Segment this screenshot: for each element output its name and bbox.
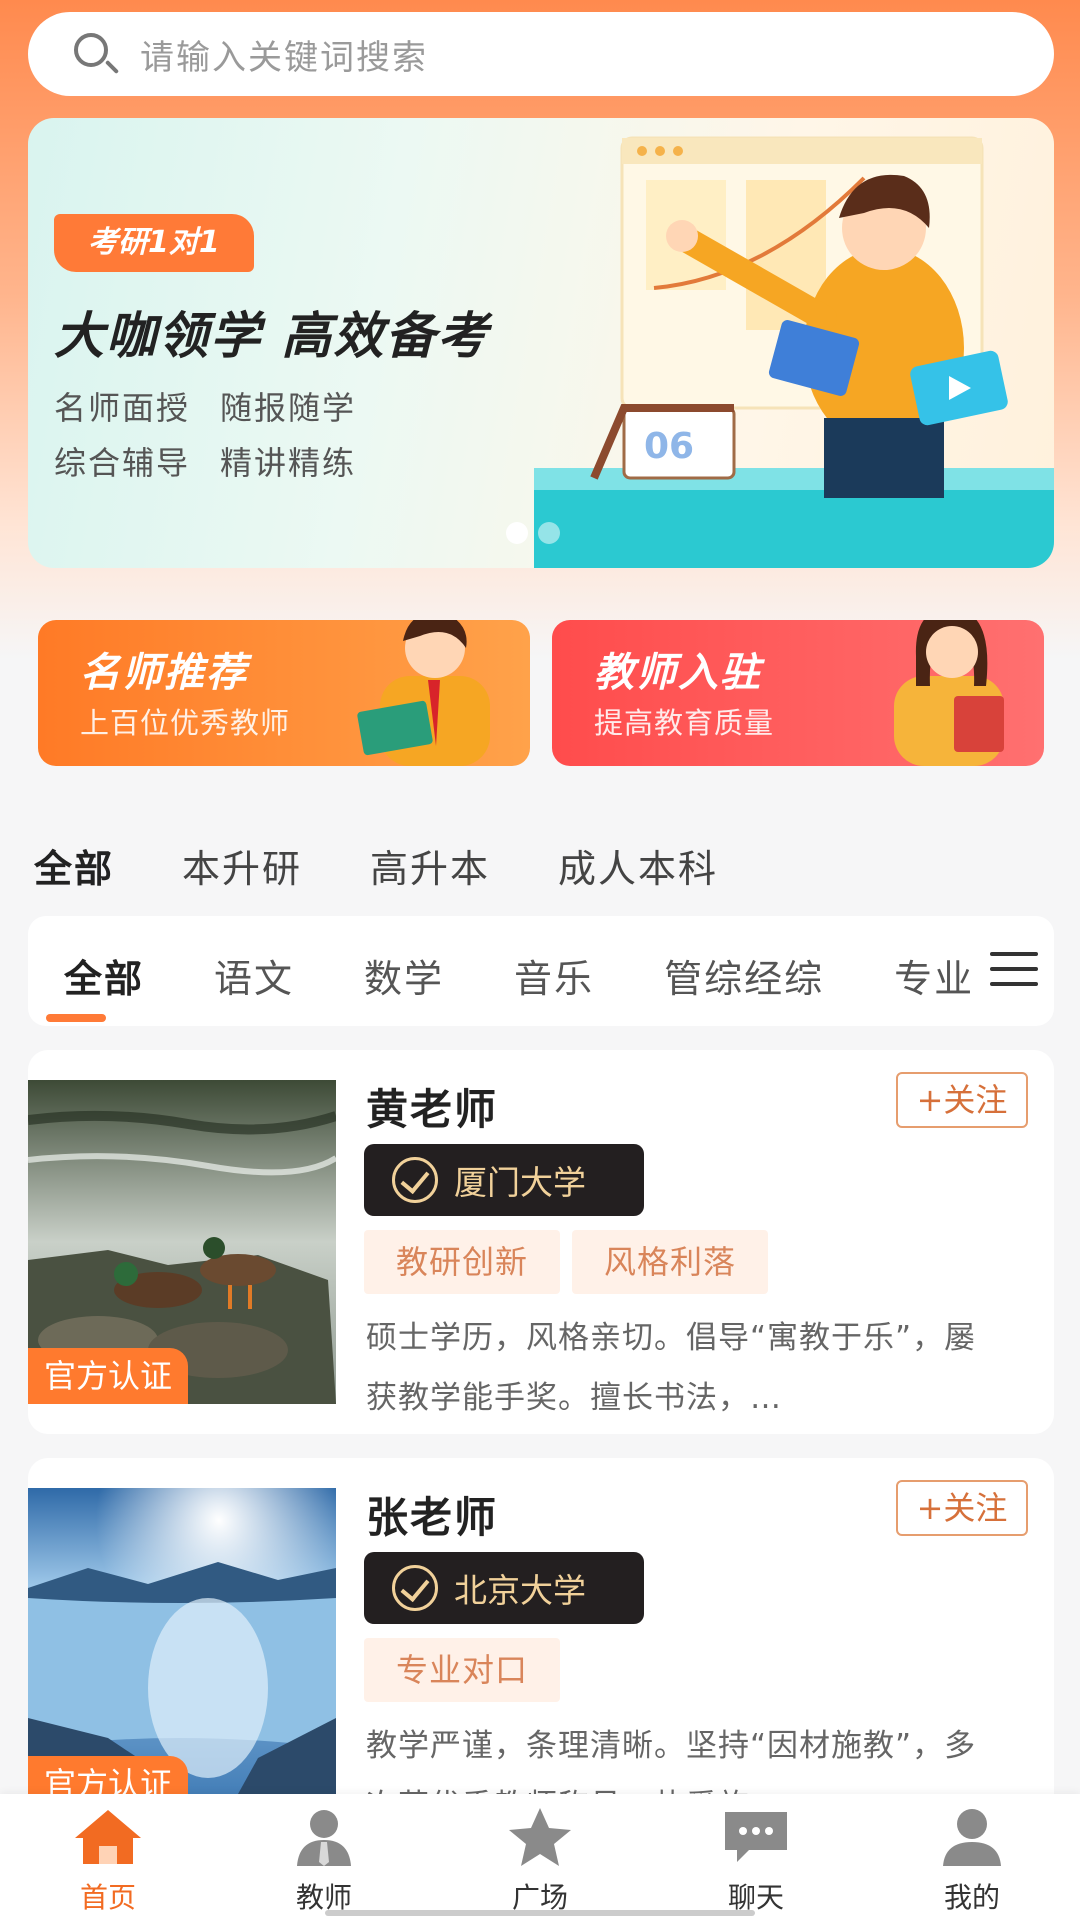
profile-icon xyxy=(943,1809,1001,1866)
teacher-tags: 专业对口 xyxy=(364,1638,561,1702)
teacher-card[interactable]: 官方认证 张老师 +关注 北京大学 专业对口 教学严谨，条理清晰。坚持“因材施教… xyxy=(28,1458,1054,1842)
nav-label: 首页 xyxy=(79,1881,136,1914)
tab-adult-undergraduate[interactable]: 成人本科 xyxy=(558,838,718,893)
school-badge: 厦门大学 xyxy=(364,1144,644,1216)
teacher-card[interactable]: 官方认证 黄老师 +关注 厦门大学 教研创新 风格利落 硕士学历，风格亲切。倡导… xyxy=(28,1050,1054,1434)
active-tab-underline xyxy=(46,1014,106,1022)
teacher-name: 张老师 xyxy=(366,1493,499,1542)
tab-all[interactable]: 全部 xyxy=(34,838,114,893)
teacher-name: 黄老师 xyxy=(366,1085,499,1134)
banner-tag: 考研1对1 xyxy=(54,214,254,272)
nav-label: 我的 xyxy=(943,1881,1000,1914)
promo-banner[interactable]: 考研1对1 大咖领学 高效备考 名师面授 随报随学 综合辅导 精讲精练 06 xyxy=(28,118,1054,568)
svg-text:06: 06 xyxy=(644,426,694,467)
official-certified-badge: 官方认证 xyxy=(28,1348,189,1404)
promo-teacher-join[interactable]: 教师入驻 提高教育质量 xyxy=(552,620,1044,766)
school-name: 厦门大学 xyxy=(454,1163,586,1202)
teacher-avatar-illustration xyxy=(357,620,490,766)
nav-profile[interactable]: 我的 xyxy=(864,1794,1080,1920)
carousel-dot-active[interactable] xyxy=(506,522,528,544)
teacher-illustration: 06 xyxy=(534,136,1054,568)
teacher-photo: 官方认证 xyxy=(28,1080,336,1404)
promo-title: 名师推荐 xyxy=(80,650,248,696)
promo-title: 教师入驻 xyxy=(594,650,762,696)
home-indicator xyxy=(325,1910,755,1916)
banner-line-1: 名师面授 随报随学 xyxy=(54,389,357,427)
star-icon xyxy=(509,1808,571,1866)
verified-check-icon xyxy=(392,1157,438,1203)
nav-home[interactable]: 首页 xyxy=(0,1794,216,1920)
chat-icon xyxy=(725,1812,787,1862)
subject-tab-math[interactable]: 数学 xyxy=(364,948,444,1003)
follow-button[interactable]: +关注 xyxy=(896,1072,1028,1128)
tab-college-to-bachelor[interactable]: 高升本 xyxy=(370,838,490,893)
subject-tab-all[interactable]: 全部 xyxy=(64,948,144,1003)
bottom-navigation: 首页 教师 广场 聊天 我的 xyxy=(0,1794,1080,1920)
female-teacher-illustration xyxy=(894,620,1004,766)
promo-subtitle: 上百位优秀教师 xyxy=(80,706,291,740)
home-icon xyxy=(75,1810,141,1864)
carousel-dot[interactable] xyxy=(538,522,560,544)
teacher-icon xyxy=(297,1810,351,1866)
subject-tab-bar: 全部 语文 数学 音乐 管综经综 专业 xyxy=(28,916,1054,1026)
teacher-tag: 风格利落 xyxy=(572,1230,769,1294)
teacher-photo: 官方认证 xyxy=(28,1488,336,1812)
teacher-tag: 教研创新 xyxy=(364,1230,561,1294)
teacher-description: 硕士学历，风格亲切。倡导“寓教于乐”，屡获教学能手奖。擅长书法，… xyxy=(366,1320,977,1416)
carousel-indicator[interactable] xyxy=(506,522,560,544)
banner-title: 大咖领学 高效备考 xyxy=(54,307,490,365)
subject-tab-management[interactable]: 管综经综 xyxy=(664,948,824,1003)
subject-tab-major[interactable]: 专业 xyxy=(894,948,974,1003)
follow-button[interactable]: +关注 xyxy=(896,1480,1028,1536)
menu-icon[interactable] xyxy=(990,952,1038,988)
school-badge: 北京大学 xyxy=(364,1552,644,1624)
nav-chat[interactable]: 聊天 xyxy=(648,1794,864,1920)
subject-tab-music[interactable]: 音乐 xyxy=(514,948,594,1003)
tab-bachelor-to-master[interactable]: 本升研 xyxy=(182,838,302,893)
verified-check-icon xyxy=(392,1565,438,1611)
promo-subtitle: 提高教育质量 xyxy=(594,706,775,740)
search-input[interactable]: 请输入关键词搜索 xyxy=(140,30,428,79)
banner-line-2: 综合辅导 精讲精练 xyxy=(54,444,357,482)
nav-square[interactable]: 广场 xyxy=(432,1794,648,1920)
nav-teacher[interactable]: 教师 xyxy=(216,1794,432,1920)
teacher-tag: 专业对口 xyxy=(364,1638,561,1702)
subject-tab-chinese[interactable]: 语文 xyxy=(214,948,294,1003)
search-icon xyxy=(70,29,120,79)
search-bar[interactable]: 请输入关键词搜索 xyxy=(28,12,1054,96)
school-name: 北京大学 xyxy=(454,1571,586,1610)
teacher-tags: 教研创新 风格利落 xyxy=(364,1230,769,1294)
promo-recommended-teachers[interactable]: 名师推荐 上百位优秀教师 xyxy=(38,620,530,766)
category-tabs: 全部 本升研 高升本 成人本科 xyxy=(34,838,786,893)
